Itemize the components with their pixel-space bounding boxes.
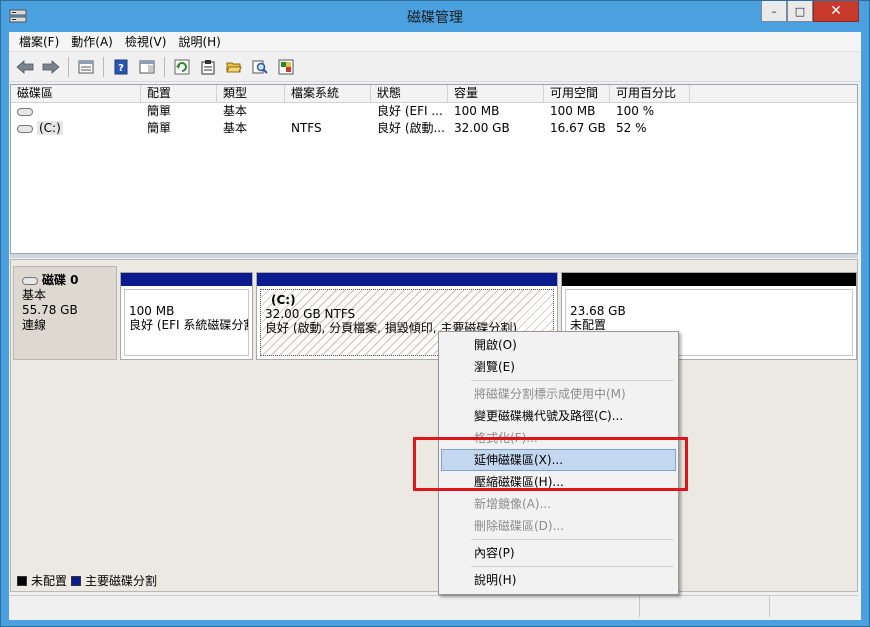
drive-icon bbox=[17, 107, 33, 116]
toolbar: ? bbox=[9, 52, 861, 82]
volume-filesystem bbox=[285, 103, 371, 120]
column-header-capacity[interactable]: 容量 bbox=[448, 85, 544, 102]
column-header-free-space[interactable]: 可用空間 bbox=[544, 85, 610, 102]
help-icon[interactable]: ? bbox=[110, 56, 132, 78]
disk-0-label[interactable]: 磁碟 0 基本 55.78 GB 連線 bbox=[13, 266, 117, 360]
menu-separator bbox=[471, 380, 674, 381]
client-area: 檔案(F) 動作(A) 檢視(V) 說明(H) ? 磁碟區 配置 類型 檔案系統… bbox=[9, 32, 861, 620]
volume-type: 基本 bbox=[223, 104, 248, 118]
partition-size: 32.00 GB NTFS bbox=[265, 307, 356, 321]
column-header-percent-free[interactable]: 可用百分比 bbox=[610, 85, 690, 102]
legend-swatch-unallocated bbox=[17, 575, 27, 586]
column-header-layout[interactable]: 配置 bbox=[141, 85, 217, 102]
partition-status: 良好 (EFI 系統磁碟分割) bbox=[129, 318, 249, 332]
menu-separator bbox=[471, 566, 674, 567]
rescan-icon[interactable] bbox=[275, 56, 297, 78]
menu-help[interactable]: 說明(H) bbox=[172, 33, 226, 50]
menu-item-properties[interactable]: 內容(P) bbox=[441, 542, 676, 564]
status-bar bbox=[10, 595, 858, 617]
toolbar-separator bbox=[103, 56, 104, 77]
menu-bar: 檔案(F) 動作(A) 檢視(V) 說明(H) bbox=[9, 32, 861, 52]
open-folder-icon[interactable] bbox=[223, 56, 245, 78]
volume-free-space: 100 MB bbox=[550, 104, 596, 118]
volume-capacity: 100 MB bbox=[454, 104, 500, 118]
toolbar-separator bbox=[68, 56, 69, 77]
legend-label-primary: 主要磁碟分割 bbox=[85, 574, 158, 588]
status-cell bbox=[770, 596, 856, 617]
menu-view[interactable]: 檢視(V) bbox=[119, 33, 173, 50]
disk-icon bbox=[22, 276, 38, 285]
menu-item-help[interactable]: 說明(H) bbox=[441, 569, 676, 591]
volume-list: 磁碟區 配置 類型 檔案系統 狀態 容量 可用空間 可用百分比 簡單 基本 良好… bbox=[10, 84, 858, 254]
volume-percent-free: 52 % bbox=[616, 121, 647, 135]
volume-free-space: 16.67 GB bbox=[550, 121, 606, 135]
list-view-icon[interactable] bbox=[75, 56, 97, 78]
volume-layout: 簡單 bbox=[147, 104, 172, 118]
volume-name: (C:) bbox=[37, 121, 63, 135]
menu-file[interactable]: 檔案(F) bbox=[13, 33, 65, 50]
toolbar-separator bbox=[164, 56, 165, 77]
menu-item-add-mirror: 新增鏡像(A)... bbox=[474, 497, 552, 511]
annotation-highlight-box bbox=[413, 437, 688, 491]
minimize-button[interactable]: – bbox=[761, 1, 787, 22]
menu-separator bbox=[471, 539, 674, 540]
column-header-status[interactable]: 狀態 bbox=[371, 85, 448, 102]
close-button[interactable]: ✕ bbox=[813, 1, 859, 22]
volume-status: 良好 (啟動... bbox=[377, 121, 445, 135]
menu-item-mark-active: 將磁碟分割標示成使用中(M) bbox=[474, 387, 626, 401]
menu-item-change-drive-letter[interactable]: 變更磁碟機代號及路徑(C)... bbox=[441, 405, 676, 427]
column-header-type[interactable]: 類型 bbox=[217, 85, 285, 102]
partition-color-bar bbox=[121, 273, 252, 286]
status-cell bbox=[10, 596, 640, 617]
legend-swatch-primary bbox=[71, 575, 82, 586]
column-header-volume[interactable]: 磁碟區 bbox=[11, 85, 141, 102]
partition-color-bar bbox=[257, 273, 557, 286]
volume-filesystem: NTFS bbox=[291, 121, 322, 135]
refresh-icon[interactable] bbox=[171, 56, 193, 78]
disk-status: 連線 bbox=[22, 318, 47, 332]
partition-size: 100 MB bbox=[129, 304, 175, 318]
disk-size: 55.78 GB bbox=[22, 303, 78, 317]
volume-row[interactable]: 簡單 基本 良好 (EFI ... 100 MB 100 MB 100 % bbox=[11, 103, 857, 120]
volume-row[interactable]: (C:) 簡單 基本 NTFS 良好 (啟動... 32.00 GB 16.67… bbox=[11, 120, 857, 137]
column-header-filesystem[interactable]: 檔案系統 bbox=[285, 85, 371, 102]
disk-management-window: 磁碟管理 – □ ✕ 檔案(F) 動作(A) 檢視(V) 說明(H) ? 磁碟區… bbox=[0, 0, 870, 627]
pane-splitter[interactable] bbox=[10, 254, 858, 258]
volume-layout: 簡單 bbox=[147, 121, 172, 135]
forward-icon[interactable] bbox=[40, 56, 62, 78]
disk-graphical-view: 磁碟 0 基本 55.78 GB 連線 100 MB 良好 (EFI 系統磁碟分… bbox=[10, 259, 858, 592]
properties-pane-icon[interactable] bbox=[136, 56, 158, 78]
search-icon[interactable] bbox=[249, 56, 271, 78]
menu-item-open[interactable]: 開啟(O) bbox=[441, 334, 676, 356]
partition-color-bar bbox=[562, 273, 856, 286]
partition-body: 100 MB 良好 (EFI 系統磁碟分割) bbox=[124, 289, 249, 356]
menu-item-delete-volume: 刪除磁碟區(D)... bbox=[474, 519, 565, 533]
volume-type: 基本 bbox=[223, 121, 248, 135]
drive-icon bbox=[17, 124, 33, 133]
back-icon[interactable] bbox=[14, 56, 36, 78]
status-cell bbox=[640, 596, 770, 617]
volume-percent-free: 100 % bbox=[616, 104, 655, 118]
menu-item-explore[interactable]: 瀏覽(E) bbox=[441, 356, 676, 378]
volume-capacity: 32.00 GB bbox=[454, 121, 510, 135]
legend-label-unallocated: 未配置 bbox=[31, 574, 68, 588]
volume-status: 良好 (EFI ... bbox=[377, 104, 443, 118]
partition-efi[interactable]: 100 MB 良好 (EFI 系統磁碟分割) bbox=[120, 272, 253, 360]
menu-action[interactable]: 動作(A) bbox=[65, 33, 119, 50]
legend: 未配置 主要磁碟分割 bbox=[13, 572, 157, 589]
window-controls: – □ ✕ bbox=[761, 1, 859, 22]
disk-name: 磁碟 0 bbox=[42, 273, 79, 287]
maximize-button[interactable]: □ bbox=[787, 1, 813, 22]
partition-status: 未配置 bbox=[570, 318, 607, 332]
title-bar[interactable]: 磁碟管理 – □ ✕ bbox=[1, 1, 869, 31]
partition-name: (C:) bbox=[271, 293, 296, 307]
disk-type: 基本 bbox=[22, 288, 47, 302]
partition-size: 23.68 GB bbox=[570, 304, 626, 318]
svg-text:?: ? bbox=[118, 63, 124, 74]
properties-icon[interactable] bbox=[197, 56, 219, 78]
window-title: 磁碟管理 bbox=[407, 10, 463, 26]
volume-list-header: 磁碟區 配置 類型 檔案系統 狀態 容量 可用空間 可用百分比 bbox=[11, 85, 857, 103]
